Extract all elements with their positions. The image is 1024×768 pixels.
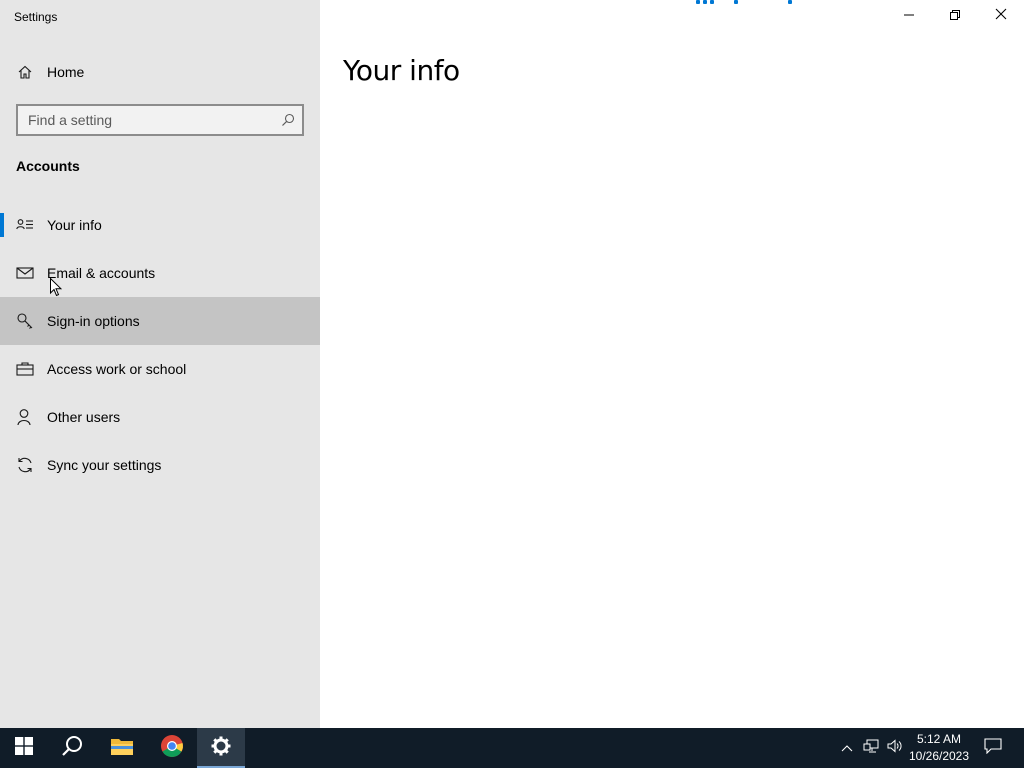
sidebar-item-label: Sync your settings — [47, 457, 162, 473]
notification-icon — [984, 737, 1002, 759]
network-button[interactable] — [860, 728, 882, 768]
key-icon — [15, 311, 35, 331]
taskbar: 5:12 AM 10/26/2023 — [0, 728, 1024, 768]
close-icon — [995, 7, 1007, 25]
chrome-icon — [160, 734, 184, 763]
sidebar-item-label: Access work or school — [47, 361, 187, 377]
home-nav-item[interactable]: Home — [0, 48, 320, 96]
sidebar-item-email-accounts[interactable]: Email & accounts — [0, 249, 320, 297]
sidebar-item-label: Email & accounts — [47, 265, 156, 281]
search-input[interactable] — [18, 106, 274, 134]
sidebar: Settings Home Accounts Your info — [0, 0, 320, 728]
person-icon — [15, 407, 35, 427]
sidebar-item-sign-in-options[interactable]: Sign-in options — [0, 297, 320, 345]
sidebar-item-sync-settings[interactable]: Sync your settings — [0, 441, 320, 489]
taskbar-clock[interactable]: 5:12 AM 10/26/2023 — [906, 728, 972, 768]
home-icon — [15, 62, 35, 82]
close-button[interactable] — [978, 0, 1024, 32]
restore-icon — [950, 7, 960, 25]
sidebar-item-other-users[interactable]: Other users — [0, 393, 320, 441]
show-hidden-icons-button[interactable] — [836, 728, 858, 768]
briefcase-icon — [15, 359, 35, 379]
minimize-button[interactable] — [886, 0, 932, 32]
sidebar-item-your-info[interactable]: Your info — [0, 201, 320, 249]
volume-button[interactable] — [884, 728, 906, 768]
mail-icon — [15, 263, 35, 283]
page-title: Your info — [343, 54, 460, 87]
restore-button[interactable] — [932, 0, 978, 32]
windows-start-icon — [15, 736, 33, 760]
section-title: Accounts — [16, 158, 80, 174]
minimize-icon — [904, 7, 914, 25]
taskbar-search-button[interactable] — [48, 728, 96, 768]
app-title: Settings — [14, 10, 58, 24]
action-center-button[interactable] — [978, 728, 1008, 768]
search-icon — [61, 735, 83, 762]
loading-indicator — [696, 0, 796, 4]
volume-icon — [887, 738, 903, 758]
sync-icon — [15, 455, 35, 475]
sidebar-item-label: Other users — [47, 409, 121, 425]
mouse-cursor-icon — [50, 277, 63, 298]
settings-window: Settings Home Accounts Your info — [0, 0, 1024, 728]
settings-taskbar-button[interactable] — [197, 728, 245, 768]
file-explorer-icon — [110, 736, 134, 761]
network-icon — [863, 739, 879, 758]
clock-date: 10/26/2023 — [908, 749, 970, 763]
clock-time: 5:12 AM — [916, 732, 962, 746]
sidebar-item-access-work[interactable]: Access work or school — [0, 345, 320, 393]
chrome-button[interactable] — [148, 728, 196, 768]
home-label: Home — [47, 64, 85, 80]
file-explorer-button[interactable] — [98, 728, 146, 768]
search-icon[interactable] — [280, 112, 296, 128]
start-button[interactable] — [0, 728, 48, 768]
chevron-up-icon — [841, 739, 853, 757]
sidebar-item-label: Your info — [47, 217, 102, 233]
sidebar-item-label: Sign-in options — [47, 313, 140, 329]
search-box[interactable] — [16, 104, 304, 136]
settings-gear-icon — [211, 736, 231, 761]
person-card-icon — [15, 215, 35, 235]
